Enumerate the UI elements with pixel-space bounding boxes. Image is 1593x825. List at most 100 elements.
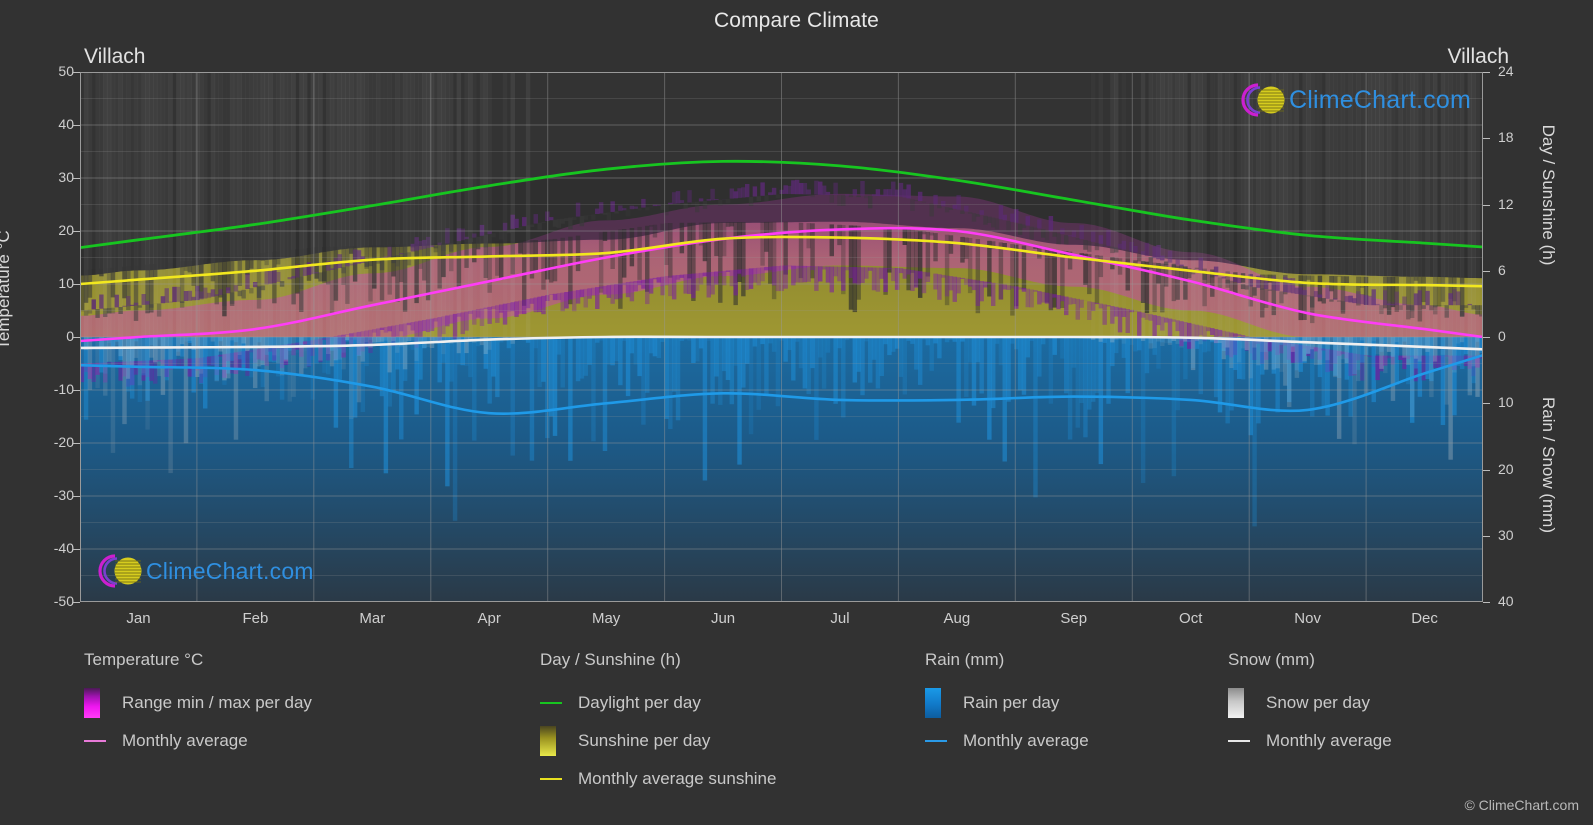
y-axis-title-left: Temperature °C bbox=[0, 230, 13, 350]
legend-item-label: Monthly average sunshine bbox=[578, 769, 777, 788]
x-tick-mar: Mar bbox=[359, 610, 386, 627]
y-tick-left-20: 20 bbox=[58, 222, 74, 238]
y-tick-left-10: 10 bbox=[58, 275, 74, 291]
y-tick-left-neg20: -20 bbox=[53, 434, 74, 450]
y-tick-left-neg30: -30 bbox=[53, 487, 74, 503]
legend-swatch bbox=[540, 778, 570, 780]
logo-text-top: ClimeChart.com bbox=[1289, 85, 1471, 114]
logo-text-bottom: ClimeChart.com bbox=[146, 557, 314, 584]
legend-item-label: Monthly average bbox=[1266, 731, 1392, 750]
x-tick-jan: Jan bbox=[126, 610, 151, 627]
y-tick-mark-left bbox=[73, 284, 80, 285]
y-tick-hours-0: 0 bbox=[1498, 328, 1506, 344]
x-tick-aug: Aug bbox=[943, 610, 971, 627]
climate-plot-area: ClimeChart.com ClimeChart.com bbox=[80, 72, 1483, 602]
x-tick-nov: Nov bbox=[1294, 610, 1321, 627]
legend-gradient-swatch-icon bbox=[925, 688, 941, 718]
legend-item-label: Sunshine per day bbox=[578, 731, 711, 750]
legend-gradient-swatch-icon bbox=[1228, 688, 1244, 718]
legend-gradient-swatch-icon bbox=[540, 726, 556, 756]
y-tick-hours-24: 24 bbox=[1498, 63, 1514, 79]
y-tick-mark-right bbox=[1483, 138, 1490, 140]
legend-swatch bbox=[1228, 740, 1258, 742]
legend-item[interactable]: Daylight per day bbox=[540, 684, 776, 722]
y-tick-mark-right bbox=[1483, 337, 1490, 338]
legend-item[interactable]: Monthly average bbox=[1228, 722, 1392, 760]
y-tick-mark-left bbox=[73, 125, 80, 126]
page-title: Compare Climate bbox=[714, 9, 879, 32]
climate-chart-page: Compare Climate Villach Villach ClimeCha… bbox=[0, 0, 1593, 825]
y-tick-mark-right bbox=[1483, 204, 1490, 206]
y-tick-mm-10: 10 bbox=[1498, 394, 1514, 411]
city-label-left: Villach bbox=[84, 45, 146, 68]
legend-swatch bbox=[1228, 688, 1258, 718]
x-tick-jul: Jul bbox=[830, 610, 850, 627]
legend-item-label: Range min / max per day bbox=[122, 693, 312, 712]
chart-legend: Temperature °C Range min / max per day Mon… bbox=[0, 650, 1593, 810]
legend-swatch bbox=[925, 740, 955, 742]
y-tick-left-40: 40 bbox=[58, 116, 74, 132]
y-tick-hours-6: 6 bbox=[1498, 261, 1506, 278]
y-tick-mark-left bbox=[73, 602, 80, 603]
chart-canvas bbox=[80, 72, 1483, 602]
legend-swatch bbox=[925, 688, 955, 718]
y-tick-mark-right bbox=[1483, 403, 1490, 405]
y-tick-left-neg10: -10 bbox=[53, 381, 74, 397]
legend-swatch bbox=[84, 740, 114, 742]
legend-swatch bbox=[540, 726, 570, 756]
legend-item[interactable]: Sunshine per day bbox=[540, 722, 776, 760]
copyright-notice: © ClimeChart.com bbox=[1464, 797, 1579, 813]
legend-line-swatch-icon bbox=[540, 778, 562, 780]
logo-watermark-bottom: ClimeChart.com bbox=[92, 551, 314, 591]
legend-group-temperature-c: Temperature °C Range min / max per day Mon… bbox=[84, 650, 312, 760]
x-tick-sep: Sep bbox=[1060, 610, 1088, 627]
y-tick-mm-30: 30 bbox=[1498, 526, 1514, 543]
legend-group-title: Rain (mm) bbox=[925, 650, 1005, 669]
x-tick-apr: Apr bbox=[477, 610, 501, 627]
y-tick-mm-40: 40 bbox=[1498, 593, 1514, 609]
legend-item-label: Monthly average bbox=[122, 731, 248, 750]
legend-item[interactable]: Rain per day bbox=[925, 684, 1089, 722]
legend-line-swatch-icon bbox=[84, 740, 106, 742]
y-tick-hours-12: 12 bbox=[1498, 195, 1514, 212]
logo-watermark-top: ClimeChart.com bbox=[1235, 80, 1471, 120]
x-tick-jun: Jun bbox=[710, 610, 736, 627]
legend-group-snow-mm: Snow (mm) Snow per day Monthly average bbox=[1228, 650, 1392, 760]
y-tick-mark-right bbox=[1483, 535, 1490, 537]
y-tick-mark-left bbox=[73, 231, 80, 232]
legend-item-label: Monthly average bbox=[963, 731, 1089, 750]
y-tick-left-30: 30 bbox=[58, 169, 74, 185]
y-tick-mark-right bbox=[1483, 602, 1490, 603]
y-tick-mark-left bbox=[73, 390, 80, 391]
climechart-logo-icon bbox=[1235, 80, 1287, 120]
x-tick-may: May bbox=[591, 610, 621, 627]
legend-item-label: Rain per day bbox=[963, 693, 1060, 712]
legend-item-label: Daylight per day bbox=[578, 693, 701, 712]
x-tick-oct: Oct bbox=[1179, 610, 1203, 627]
y-tick-mark-left bbox=[73, 443, 80, 444]
legend-line-swatch-icon bbox=[540, 702, 562, 704]
legend-item[interactable]: Monthly average bbox=[925, 722, 1089, 760]
x-tick-dec: Dec bbox=[1411, 610, 1438, 627]
legend-swatch bbox=[84, 688, 114, 718]
x-tick-feb: Feb bbox=[242, 610, 269, 627]
y-tick-mark-right bbox=[1483, 469, 1490, 471]
y-tick-mark-right bbox=[1483, 72, 1490, 73]
y-tick-left-neg40: -40 bbox=[53, 540, 74, 556]
legend-group-title: Temperature °C bbox=[84, 650, 204, 669]
legend-item[interactable]: Range min / max per day bbox=[84, 684, 312, 722]
y-tick-mark-left bbox=[73, 178, 80, 179]
y-tick-mark-left bbox=[73, 72, 80, 73]
legend-group-title: Snow (mm) bbox=[1228, 650, 1315, 669]
legend-item[interactable]: Monthly average sunshine bbox=[540, 760, 776, 798]
legend-item[interactable]: Monthly average bbox=[84, 722, 312, 760]
legend-gradient-swatch-icon bbox=[84, 688, 100, 718]
y-tick-hours-18: 18 bbox=[1498, 129, 1514, 146]
legend-item[interactable]: Snow per day bbox=[1228, 684, 1392, 722]
y-tick-left-neg50: -50 bbox=[53, 593, 74, 609]
y-tick-mark-right bbox=[1483, 270, 1490, 272]
legend-group-day-sunshine-h: Day / Sunshine (h) Daylight per day Sunshi… bbox=[540, 650, 776, 798]
y-tick-mm-20: 20 bbox=[1498, 460, 1514, 477]
legend-swatch bbox=[540, 702, 570, 704]
legend-line-swatch-icon bbox=[925, 740, 947, 742]
